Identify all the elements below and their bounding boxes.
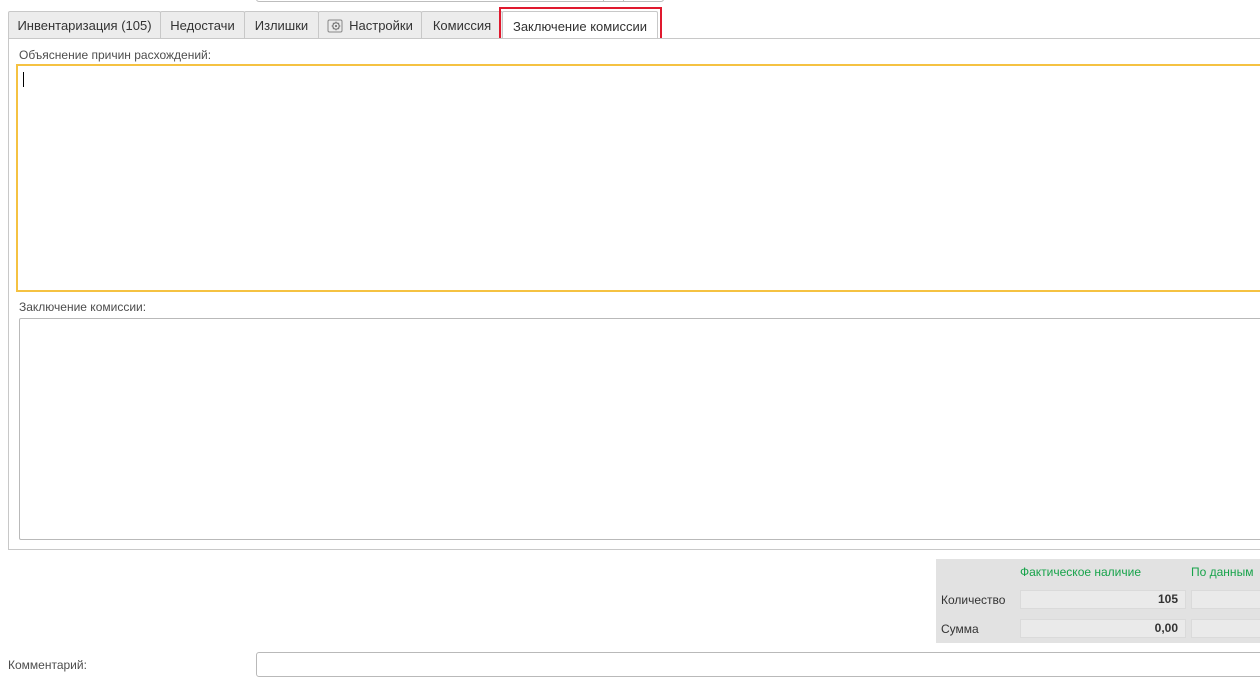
conclusion-label: Заключение комиссии: xyxy=(19,300,147,314)
comment-label: Комментарий: xyxy=(8,658,87,672)
gear-icon xyxy=(327,19,343,33)
tab-commission-conclusion[interactable]: Заключение комиссии xyxy=(502,11,658,40)
totals-quantity-records xyxy=(1191,590,1260,609)
tab-commission[interactable]: Комиссия xyxy=(421,11,503,39)
totals-sum-actual: 0,00 xyxy=(1020,619,1186,638)
explanation-textarea[interactable] xyxy=(16,64,1260,292)
totals-quantity-actual: 105 xyxy=(1020,590,1186,609)
tab-inventory-label: Инвентаризация (105) xyxy=(17,18,152,33)
totals-row-quantity-label: Количество xyxy=(941,593,1006,607)
totals-row-sum-label: Сумма xyxy=(941,622,979,636)
totals-header-records: По данным xyxy=(1191,565,1254,579)
tab-settings-label: Настройки xyxy=(349,18,413,33)
comment-input[interactable] xyxy=(256,652,1260,677)
top-field-remnant xyxy=(256,0,664,2)
tab-settings[interactable]: Настройки xyxy=(318,11,422,39)
tab-surpluses-label: Излишки xyxy=(254,18,309,33)
explanation-label: Объяснение причин расхождений: xyxy=(19,48,212,62)
tab-surpluses[interactable]: Излишки xyxy=(244,11,319,39)
tab-commission-label: Комиссия xyxy=(432,18,492,33)
tab-shortages-label: Недостачи xyxy=(170,18,235,33)
totals-sum-records xyxy=(1191,619,1260,638)
text-cursor xyxy=(23,72,24,87)
totals-panel: Фактическое наличие По данным Количество… xyxy=(936,559,1260,643)
conclusion-textarea[interactable] xyxy=(19,318,1260,540)
tab-inventory[interactable]: Инвентаризация (105) xyxy=(8,11,161,39)
totals-header-actual: Фактическое наличие xyxy=(1020,565,1142,579)
tab-commission-conclusion-label: Заключение комиссии xyxy=(512,18,648,34)
tab-shortages[interactable]: Недостачи xyxy=(160,11,245,39)
